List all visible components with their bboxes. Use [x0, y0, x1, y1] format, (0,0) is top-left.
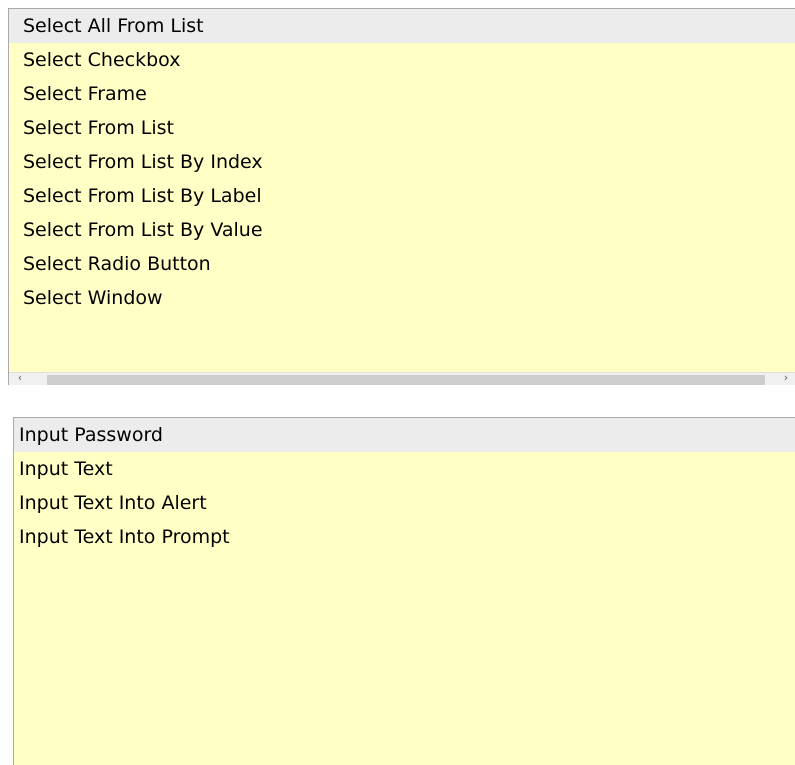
list-item-select-all-from-list[interactable]: Select All From List	[9, 9, 795, 43]
list-item-select-from-list-by-index[interactable]: Select From List By Index	[9, 145, 795, 179]
list-item-select-window[interactable]: Select Window	[9, 281, 795, 315]
horizontal-scrollbar[interactable]: ‹ ›	[9, 371, 795, 385]
list-item-input-text[interactable]: Input Text	[14, 452, 795, 486]
list-item-select-checkbox[interactable]: Select Checkbox	[9, 43, 795, 77]
scroll-right-arrow-icon[interactable]: ›	[779, 371, 793, 385]
select-keyword-list: Select All From List Select Checkbox Sel…	[9, 9, 795, 315]
list-item-input-text-into-prompt[interactable]: Input Text Into Prompt	[14, 520, 795, 554]
list-item-input-password[interactable]: Input Password	[14, 418, 795, 452]
scrollbar-thumb[interactable]	[47, 375, 765, 385]
scroll-left-arrow-icon[interactable]: ‹	[13, 371, 27, 385]
list-item-select-from-list-by-label[interactable]: Select From List By Label	[9, 179, 795, 213]
list-item-select-radio-button[interactable]: Select Radio Button	[9, 247, 795, 281]
list-item-select-from-list[interactable]: Select From List	[9, 111, 795, 145]
keyword-list-input[interactable]: Input Password Input Text Input Text Int…	[13, 417, 795, 765]
keyword-list-select[interactable]: Select All From List Select Checkbox Sel…	[8, 8, 795, 385]
list-item-input-text-into-alert[interactable]: Input Text Into Alert	[14, 486, 795, 520]
list-item-select-from-list-by-value[interactable]: Select From List By Value	[9, 213, 795, 247]
list-item-select-frame[interactable]: Select Frame	[9, 77, 795, 111]
input-keyword-list: Input Password Input Text Input Text Int…	[14, 418, 795, 554]
